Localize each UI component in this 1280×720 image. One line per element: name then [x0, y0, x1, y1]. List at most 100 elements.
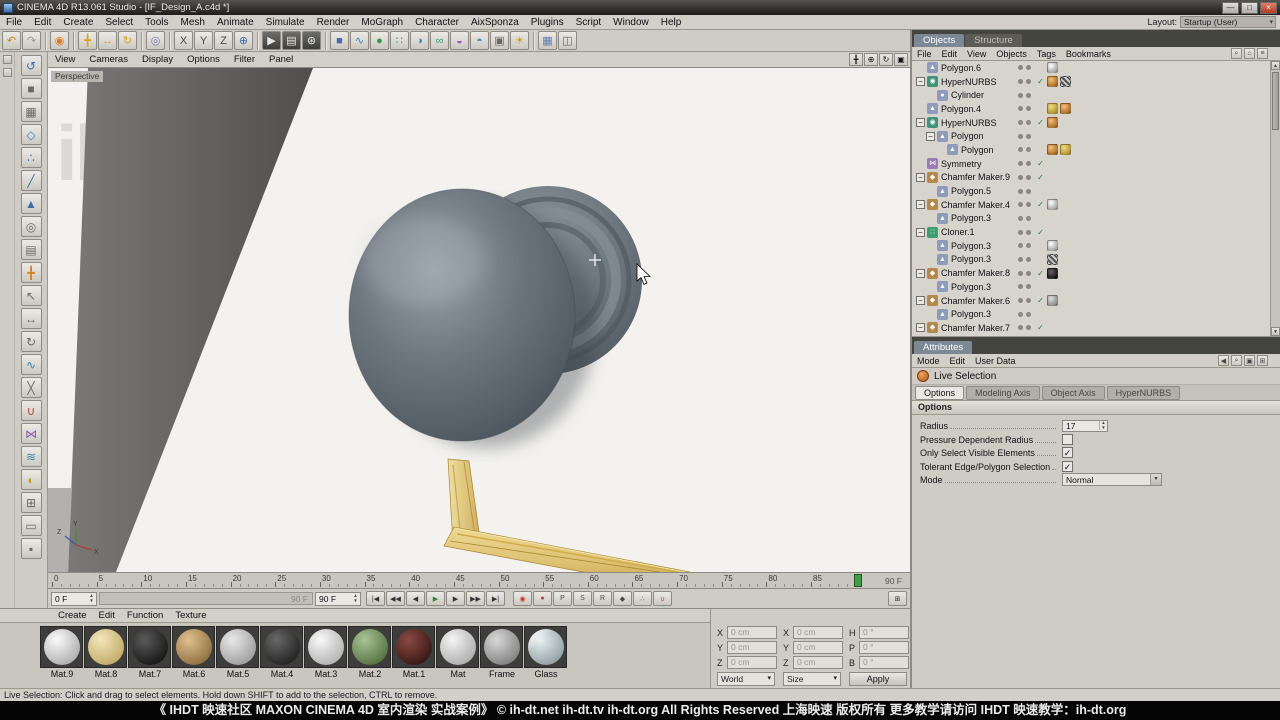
enable-toggle[interactable]: ✓ [1034, 77, 1047, 86]
menu-create[interactable]: Create [57, 15, 99, 30]
attributes-menu-mode[interactable]: Mode [912, 354, 945, 368]
only-select-visible-elements-checkbox[interactable]: ✓ [1062, 447, 1073, 458]
dock-grip-icon[interactable] [2, 68, 12, 77]
render-visibility-dot[interactable] [1026, 202, 1031, 208]
rotation-b-input[interactable]: 0 ° [859, 656, 909, 669]
prev-frame-button[interactable]: ◀ [406, 591, 425, 606]
expander-icon[interactable]: − [916, 77, 925, 87]
viewport-3d-scene[interactable]: ihdt [48, 68, 910, 572]
material-item[interactable]: Mat.6 [172, 626, 216, 680]
object-row[interactable]: ▲ Polygon.5 [912, 184, 1280, 198]
editor-visibility-dot[interactable] [1018, 256, 1023, 262]
object-row[interactable]: − ◆ Chamfer Maker.6 ✓ [912, 294, 1280, 308]
dock-grip-icon[interactable] [2, 55, 12, 64]
coordinate-system-icon[interactable]: ⊕ [234, 31, 253, 50]
tab-objects[interactable]: Objects [914, 34, 965, 47]
position-x-input[interactable]: 0 cm [727, 626, 777, 639]
maximize-view-icon[interactable]: ▣ [894, 53, 908, 66]
material-item[interactable]: Mat.2 [348, 626, 392, 680]
render-visibility-dot[interactable] [1026, 161, 1031, 167]
object-row[interactable]: − ◆ Chamfer Maker.4 ✓ [912, 198, 1280, 212]
editor-visibility-dot[interactable] [1018, 243, 1023, 249]
record-scale-button[interactable]: S [573, 591, 592, 606]
expander-icon[interactable]: − [916, 118, 925, 128]
animation-mode-icon[interactable]: ◎ [20, 216, 42, 237]
attributes-menu-edit[interactable]: Edit [945, 354, 971, 368]
render-visibility-dot[interactable] [1026, 229, 1031, 235]
snap-magnet-button[interactable]: ∪ [653, 591, 672, 606]
add-array-icon[interactable]: ∷ [390, 31, 409, 50]
white-tag-icon[interactable] [1047, 240, 1058, 252]
edges-mode-icon[interactable]: ╱ [20, 170, 42, 191]
expander-icon[interactable]: − [926, 131, 935, 141]
expander-icon[interactable]: − [916, 323, 925, 333]
add-light-icon[interactable]: ☀ [510, 31, 529, 50]
goto-end-button[interactable]: ▶| [486, 591, 505, 606]
editor-visibility-dot[interactable] [1018, 298, 1023, 304]
menu-tools[interactable]: Tools [139, 15, 174, 30]
enable-toggle[interactable]: ✓ [1034, 173, 1047, 182]
radius-input[interactable]: 17 ▲ ▼ [1062, 419, 1108, 432]
editor-visibility-dot[interactable] [1018, 229, 1023, 235]
size-y-input[interactable]: 0 cm [793, 641, 843, 654]
menu-mesh[interactable]: Mesh [175, 15, 211, 30]
enable-toggle[interactable]: ✓ [1034, 118, 1047, 127]
render-settings-icon[interactable]: ⊛ [302, 31, 321, 50]
spinner-arrows-icon[interactable]: ▲ ▼ [88, 593, 95, 603]
add-deformer-icon[interactable]: ◒ [450, 31, 469, 50]
material-item[interactable]: Glass [524, 626, 568, 680]
object-row[interactable]: ▲ Polygon.3 [912, 253, 1280, 267]
objects-menu-objects[interactable]: Objects [991, 47, 1032, 61]
goto-start-button[interactable]: |◀ [366, 591, 385, 606]
workplane-lock-icon[interactable]: ▭ [20, 515, 42, 536]
zoom-camera-icon[interactable]: ⊕ [864, 53, 878, 66]
next-frame-button[interactable]: ▶ [446, 591, 465, 606]
panel-menu-icon[interactable]: ≡ [1257, 48, 1268, 59]
render-visibility-dot[interactable] [1026, 133, 1031, 139]
search-icon[interactable]: ⌕ [1231, 48, 1242, 59]
spinner-arrows-icon[interactable]: ▲ ▼ [352, 593, 359, 603]
object-row[interactable]: − ▲ Polygon [912, 129, 1280, 143]
menu-script[interactable]: Script [570, 15, 608, 30]
size-z-input[interactable]: 0 cm [793, 656, 843, 669]
lock-icon[interactable]: ▣ [1244, 355, 1255, 366]
add-primitive-icon[interactable]: ■ [330, 31, 349, 50]
model-mode-icon[interactable]: ■ [20, 78, 42, 99]
orange-tag-icon[interactable] [1047, 144, 1058, 156]
quantize-icon[interactable]: ⊞ [20, 492, 42, 513]
editor-visibility-dot[interactable] [1018, 270, 1023, 276]
normal-scale-icon[interactable]: ↔ [20, 308, 42, 329]
editor-visibility-dot[interactable] [1018, 202, 1023, 208]
object-row[interactable]: ● Cylinder [912, 88, 1280, 102]
menu-simulate[interactable]: Simulate [260, 15, 311, 30]
last-tool-icon[interactable]: ◎ [146, 31, 165, 50]
expander-icon[interactable]: − [916, 227, 925, 237]
mirror-tool-icon[interactable]: ⋈ [20, 423, 42, 444]
size-mode-dropdown[interactable]: Size [783, 672, 841, 686]
snap-enable-icon[interactable]: ◐ [20, 469, 42, 490]
record-parameter-button[interactable]: ◆ [613, 591, 632, 606]
record-position-button[interactable]: P [553, 591, 572, 606]
object-row[interactable]: − ∷ Cloner.1 ✓ [912, 225, 1280, 239]
white-tag-icon[interactable] [1047, 62, 1058, 74]
render-visibility-dot[interactable] [1026, 120, 1031, 126]
tab-attributes[interactable]: Attributes [914, 341, 973, 354]
search-icon[interactable]: ⌕ [1231, 355, 1242, 366]
render-visibility-dot[interactable] [1026, 215, 1031, 221]
material-item[interactable]: Mat.8 [84, 626, 128, 680]
preview-range-handle[interactable] [854, 574, 862, 587]
dark-tag-icon[interactable] [1047, 267, 1058, 279]
enable-toggle[interactable]: ✓ [1034, 296, 1047, 305]
magnet-tool-icon[interactable]: ∪ [20, 400, 42, 421]
close-button[interactable]: × [1260, 1, 1277, 14]
editor-visibility-dot[interactable] [1018, 215, 1023, 221]
render-visibility-dot[interactable] [1026, 79, 1031, 85]
rotation-h-input[interactable]: 0 ° [859, 626, 909, 639]
material-item[interactable]: Mat.3 [304, 626, 348, 680]
menu-character[interactable]: Character [409, 15, 465, 30]
make-editable-icon[interactable]: ↺ [20, 55, 42, 76]
object-row[interactable]: ▲ Polygon.3 [912, 212, 1280, 226]
object-row[interactable]: ▲ Polygon.6 [912, 61, 1280, 75]
object-row[interactable]: ▲ Polygon.4 [912, 102, 1280, 116]
render-visibility-dot[interactable] [1026, 284, 1031, 290]
